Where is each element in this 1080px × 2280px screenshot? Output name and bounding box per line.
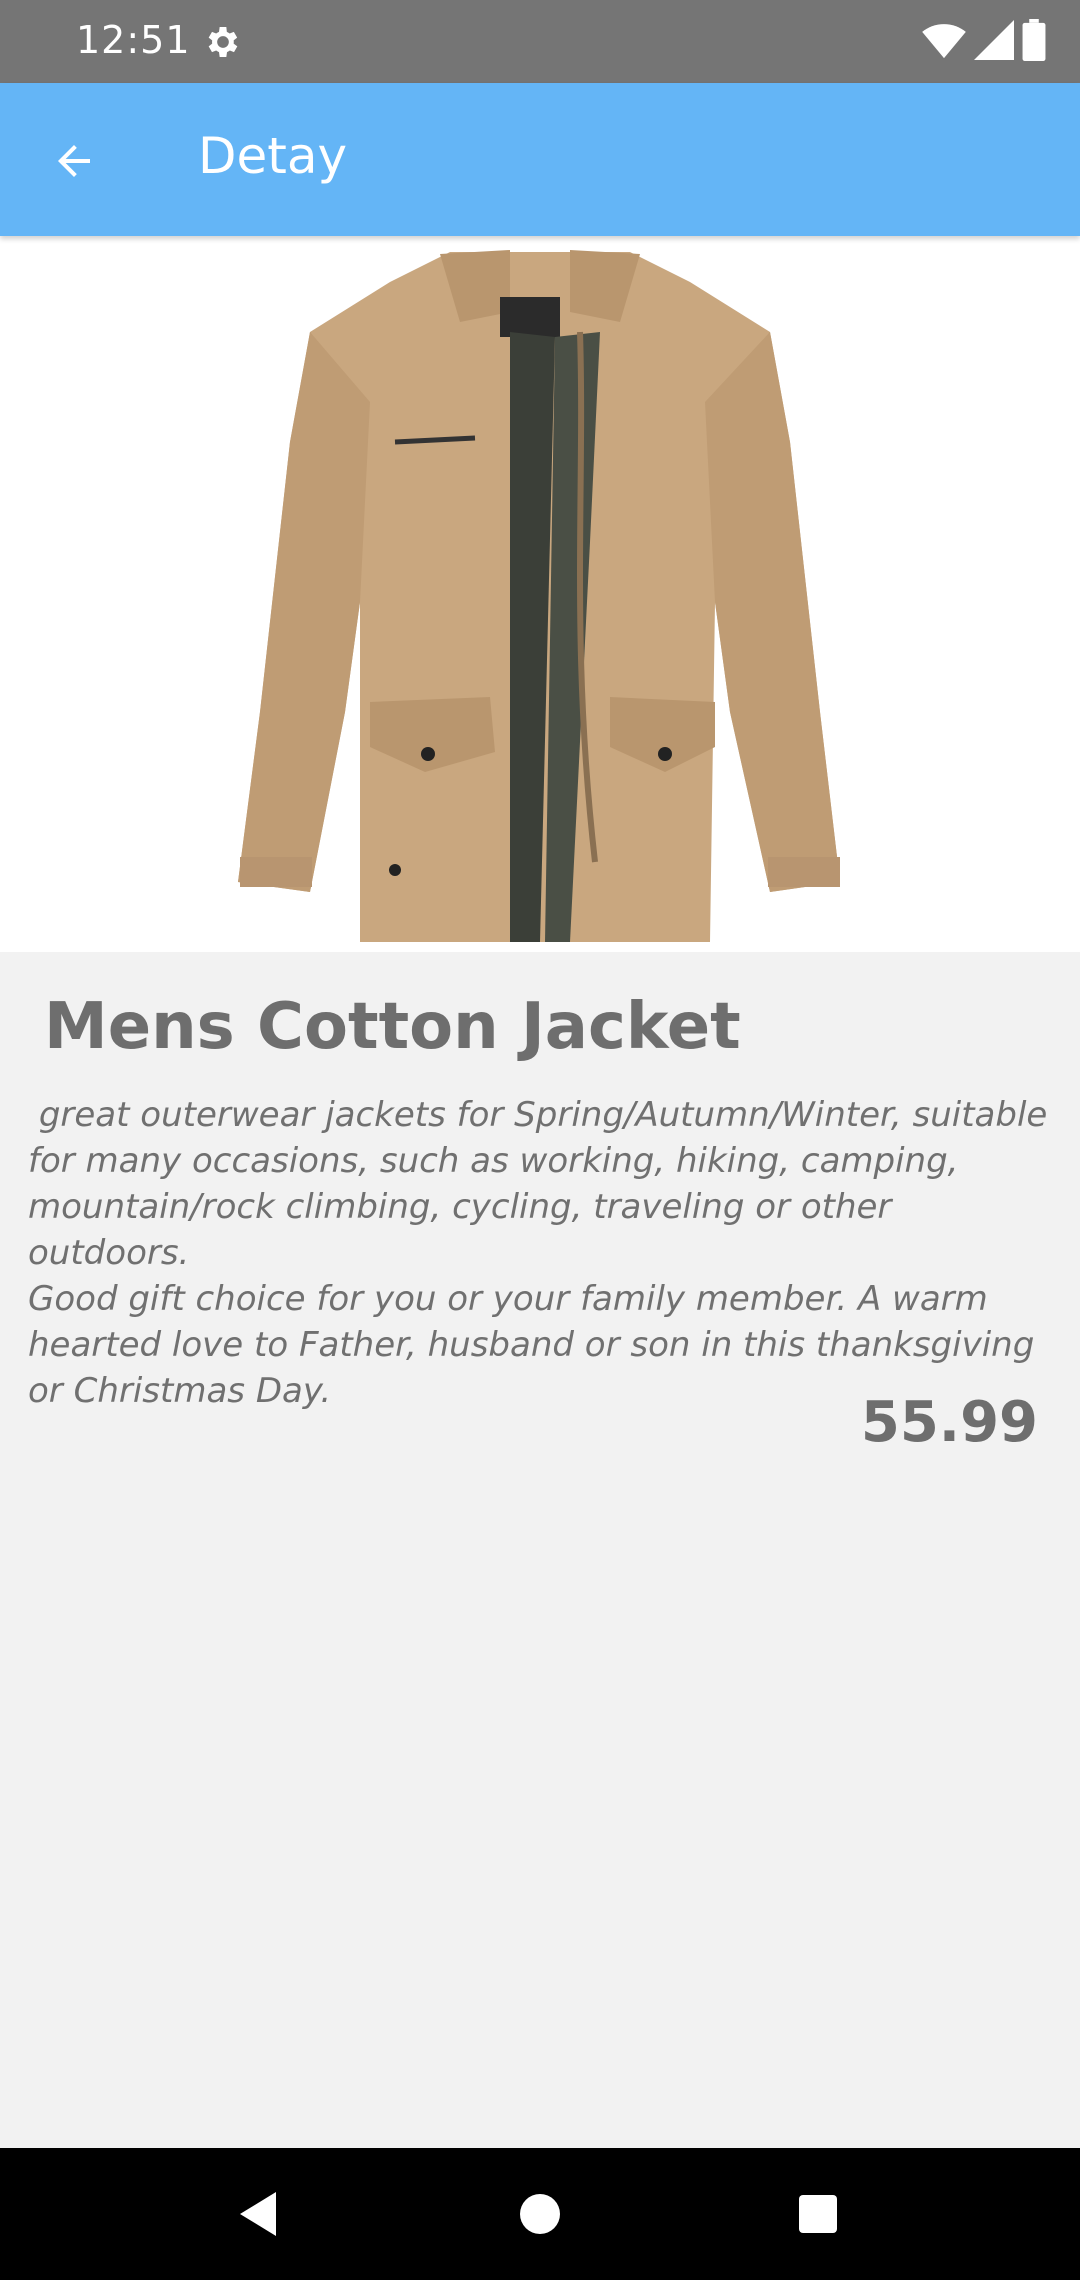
battery-icon [1022,19,1046,65]
product-description: great outerwear jackets for Spring/Autum… [28,1095,1048,1411]
arrow-left-icon [58,145,90,177]
status-icons [922,19,1046,65]
signal-icon [974,20,1014,64]
status-bar: 12:51 [0,0,1080,83]
recents-square-icon [799,2195,837,2233]
detail-screen: 12:51 Detay Mens Cotton Jacket great out… [0,0,1080,2280]
product-image [0,236,1080,952]
product-price: 55.99 [860,1390,1038,1455]
page-title: Detay [198,127,348,185]
nav-home-button[interactable] [504,2178,576,2250]
app-bar: Detay [0,83,1080,236]
back-triangle-icon [240,2192,276,2236]
wifi-icon [922,20,966,64]
system-nav-bar [0,2148,1080,2280]
back-button[interactable] [36,123,112,199]
gear-icon [203,22,243,62]
product-title: Mens Cotton Jacket [44,990,741,1064]
status-time: 12:51 [76,18,191,62]
nav-recents-button[interactable] [782,2178,854,2250]
jacket-image [238,250,840,942]
home-circle-icon [520,2194,560,2234]
nav-back-button[interactable] [222,2178,294,2250]
